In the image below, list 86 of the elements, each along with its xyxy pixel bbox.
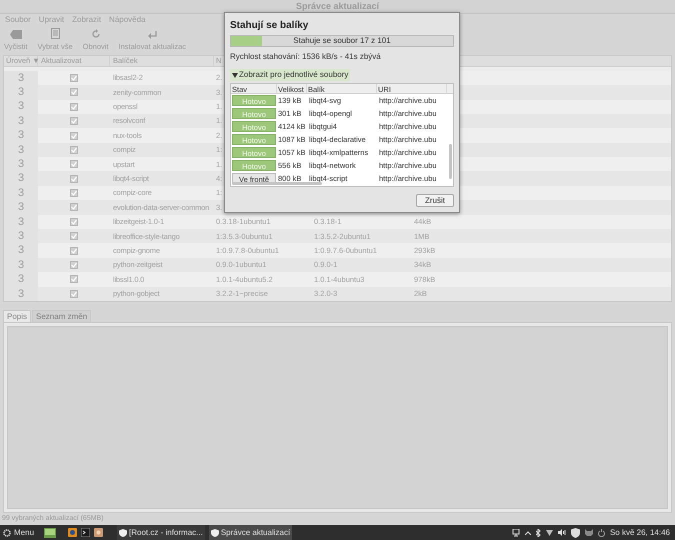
menu-button[interactable]: Menu — [3, 526, 34, 538]
taskbar-window-button[interactable]: [Root.cz - informac... — [117, 525, 205, 540]
tab[interactable]: Popis — [3, 310, 32, 322]
level-cell: 3 — [4, 229, 38, 244]
checkmark-icon — [71, 218, 77, 225]
browser-icon[interactable] — [68, 528, 78, 537]
checkmark-icon — [71, 204, 77, 210]
clock[interactable]: So kvě 26, 14:46 — [610, 526, 672, 538]
window-icon — [210, 528, 219, 536]
level-cell: 3 — [4, 114, 38, 128]
level-cell: 3 — [4, 258, 38, 272]
update-checkbox[interactable] — [70, 174, 78, 183]
level-cell: 3 — [4, 200, 38, 215]
checkmark-icon — [71, 190, 77, 196]
level-cell: 3 — [4, 243, 38, 258]
update-checkbox[interactable] — [70, 203, 78, 212]
update-checkbox[interactable] — [70, 218, 78, 226]
taskbar-window-button[interactable]: Správce aktualizací — [208, 525, 292, 540]
vertical-scrollbar[interactable] — [449, 144, 452, 179]
update-checkbox[interactable] — [70, 232, 78, 240]
dialog-title: Stahují se balíky — [230, 19, 310, 33]
update-checkbox[interactable] — [70, 146, 78, 154]
details-expander[interactable]: Zobrazit pro jednotlivé soubory — [230, 69, 350, 81]
horizontal-scrollbar[interactable] — [232, 182, 322, 185]
checkmark-icon — [71, 276, 77, 282]
shield-icon[interactable] — [570, 528, 580, 538]
level-cell: 3 — [4, 186, 38, 200]
triangle-down-icon — [232, 72, 238, 78]
update-checkbox[interactable] — [70, 74, 78, 82]
progress-label: Stahuje se soubor 17 z 101 — [293, 35, 391, 47]
level-cell: 3 — [4, 70, 38, 86]
checkmark-icon — [71, 74, 77, 81]
refresh-icon — [90, 28, 101, 39]
level-cell: 3 — [4, 171, 38, 186]
window-title: Správce aktualizací — [296, 0, 380, 13]
menu-item[interactable]: Nápověda — [109, 14, 146, 26]
update-checkbox[interactable] — [70, 160, 78, 168]
enter-arrow-icon — [148, 30, 157, 39]
chat-icon[interactable] — [94, 528, 104, 537]
terminal-icon[interactable] — [81, 528, 90, 537]
checkmark-icon — [71, 89, 77, 96]
checkmark-icon — [71, 161, 77, 168]
speaker-icon[interactable] — [558, 529, 566, 536]
update-checkbox[interactable] — [70, 102, 78, 111]
checkmark-icon — [71, 248, 77, 254]
tab[interactable]: Seznam změn — [32, 310, 92, 322]
menu-item[interactable]: Upravit — [38, 14, 64, 26]
level-cell: 3 — [4, 85, 38, 100]
cancel-button[interactable]: Zrušit — [416, 194, 454, 207]
desktop-icon[interactable] — [44, 528, 56, 538]
wifi-icon[interactable] — [546, 530, 553, 536]
backspace-icon — [10, 30, 22, 39]
update-checkbox[interactable] — [70, 117, 78, 126]
bluetooth-icon[interactable] — [536, 528, 541, 536]
power-icon[interactable] — [598, 528, 605, 536]
update-checkbox[interactable] — [70, 261, 78, 270]
checkmark-icon — [71, 176, 77, 182]
level-cell: 3 — [4, 157, 38, 172]
gear-icon — [3, 528, 11, 536]
update-checkbox[interactable] — [70, 275, 78, 284]
level-cell: 3 — [4, 214, 38, 230]
level-cell: 3 — [4, 142, 38, 158]
update-checkbox[interactable] — [70, 189, 78, 198]
menu-item[interactable]: Zobrazit — [72, 14, 102, 26]
checkmark-icon — [71, 104, 77, 110]
menu-item[interactable]: Soubor — [5, 14, 31, 26]
update-checkbox[interactable] — [70, 88, 78, 96]
level-cell: 3 — [4, 272, 38, 287]
network-icon[interactable] — [512, 528, 520, 536]
chevron-up-icon[interactable] — [524, 530, 531, 534]
checkmark-icon — [71, 146, 77, 153]
update-checkbox[interactable] — [70, 290, 78, 298]
level-cell: 3 — [4, 128, 38, 143]
checkmark-icon — [71, 262, 77, 268]
speed-text: Rychlost stahování: 1536 kB/s - 41s zbývá — [230, 51, 382, 63]
level-cell: 3 — [4, 100, 38, 114]
window-icon — [119, 528, 128, 536]
document-icon — [50, 28, 60, 39]
checkmark-icon — [71, 118, 77, 124]
level-cell: 3 — [4, 286, 38, 301]
checkmark-icon — [71, 290, 77, 297]
cat-face-icon[interactable] — [584, 529, 593, 536]
checkmark-icon — [71, 233, 77, 240]
checkmark-icon — [71, 132, 77, 138]
update-checkbox[interactable] — [70, 132, 78, 140]
update-checkbox[interactable] — [70, 246, 78, 255]
